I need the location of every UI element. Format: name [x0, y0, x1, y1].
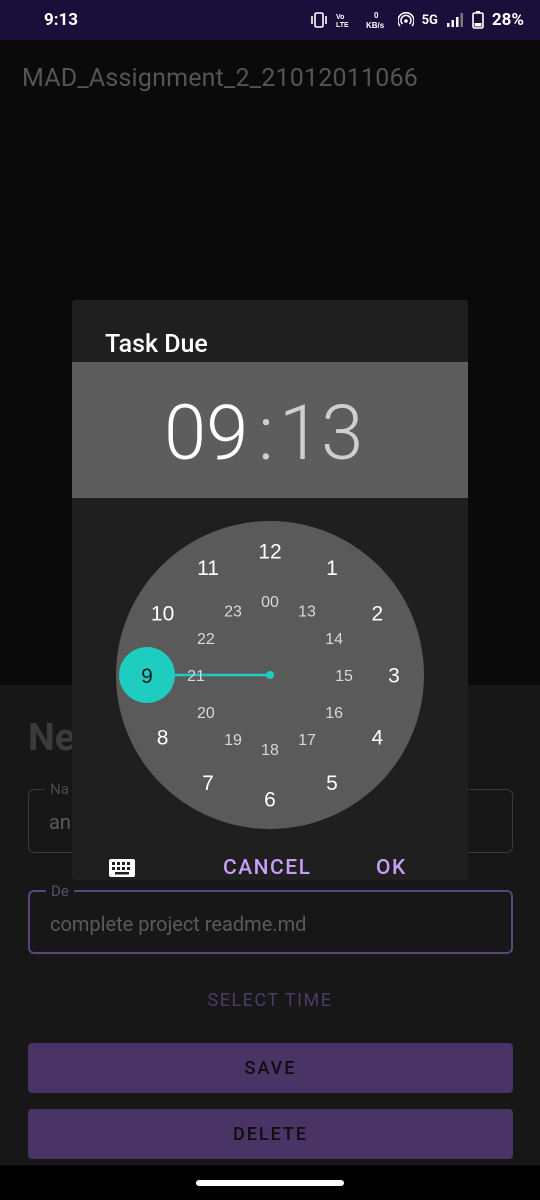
hour-7[interactable]: 7	[202, 772, 214, 795]
hour-2[interactable]: 2	[372, 603, 384, 626]
hour-14[interactable]: 14	[325, 631, 343, 648]
hour-00[interactable]: 00	[261, 594, 279, 611]
hour-20[interactable]: 20	[197, 705, 215, 722]
hour-4[interactable]: 4	[372, 727, 384, 750]
keyboard-icon[interactable]	[108, 858, 136, 878]
hour-3[interactable]: 3	[388, 665, 400, 688]
hour-21[interactable]: 21	[187, 668, 205, 685]
hour-6[interactable]: 6	[264, 789, 276, 812]
ok-button[interactable]: OK	[376, 856, 407, 880]
selected-hour-label[interactable]: 9	[141, 665, 153, 688]
hour-12[interactable]: 12	[258, 541, 281, 564]
cancel-button[interactable]: CANCEL	[223, 856, 311, 880]
hour-16[interactable]: 16	[325, 705, 343, 722]
hour-11[interactable]: 11	[197, 557, 219, 580]
clock-center	[266, 671, 274, 679]
hour-19[interactable]: 19	[224, 732, 242, 749]
hour-18[interactable]: 18	[261, 742, 279, 759]
hour-17[interactable]: 17	[298, 732, 316, 749]
hour-1[interactable]: 1	[326, 557, 338, 580]
hour-23[interactable]: 23	[224, 604, 242, 621]
hour-5[interactable]: 5	[326, 772, 338, 795]
hour-22[interactable]: 22	[197, 631, 215, 648]
hour-8[interactable]: 8	[157, 727, 169, 750]
hour-10[interactable]: 10	[151, 603, 174, 626]
clock-dial[interactable]: 9 12123456781011 00131415161718192021222…	[0, 0, 540, 1200]
hour-13[interactable]: 13	[298, 604, 316, 621]
hour-15[interactable]: 15	[335, 668, 353, 685]
